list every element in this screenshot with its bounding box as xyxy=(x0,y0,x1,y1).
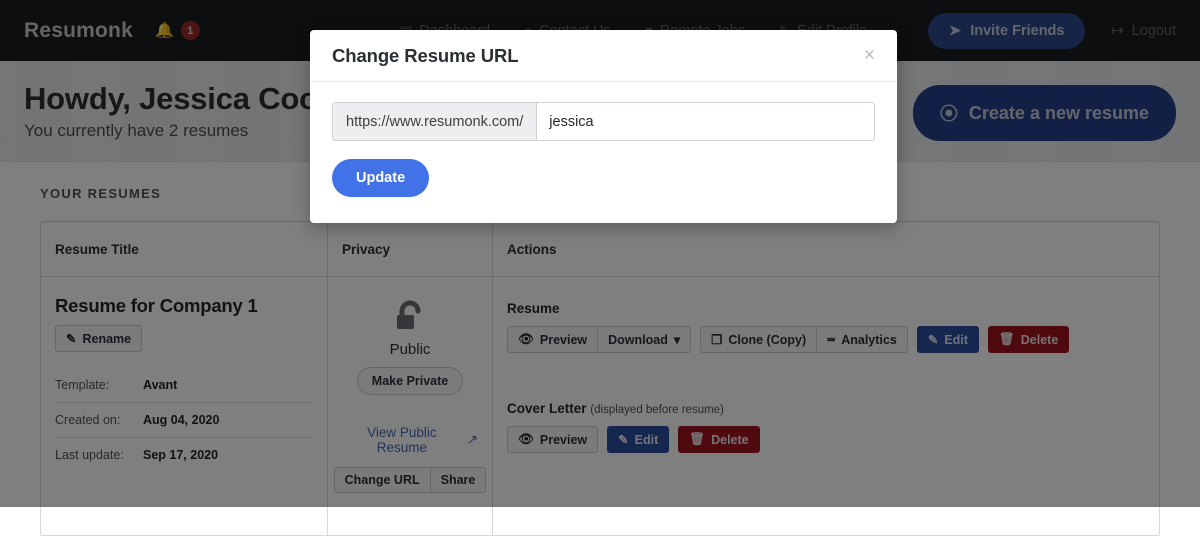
change-resume-url-modal: Change Resume URL × https://www.resumonk… xyxy=(310,30,897,223)
url-prefix-label: https://www.resumonk.com/ xyxy=(332,102,536,141)
modal-title: Change Resume URL xyxy=(332,45,518,67)
close-icon[interactable]: × xyxy=(864,46,875,65)
update-button[interactable]: Update xyxy=(332,159,429,197)
modal-body: https://www.resumonk.com/ Update xyxy=(310,82,897,197)
url-input-group: https://www.resumonk.com/ xyxy=(332,102,875,141)
resume-slug-input[interactable] xyxy=(536,102,875,141)
modal-header: Change Resume URL × xyxy=(310,30,897,82)
